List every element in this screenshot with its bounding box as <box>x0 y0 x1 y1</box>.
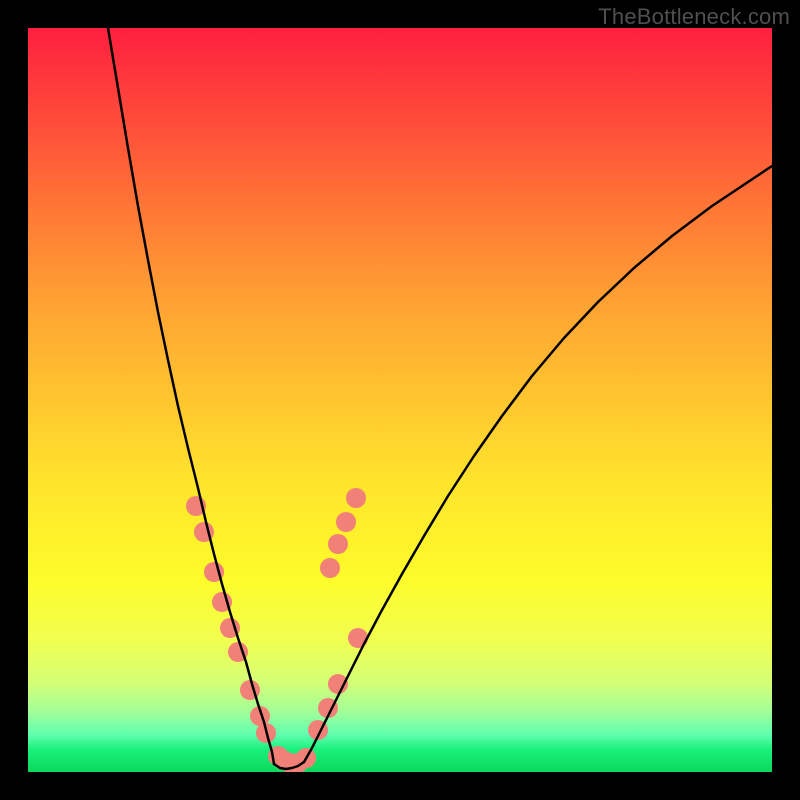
chart-plot-area <box>28 28 772 772</box>
watermark-text: TheBottleneck.com <box>598 4 790 30</box>
